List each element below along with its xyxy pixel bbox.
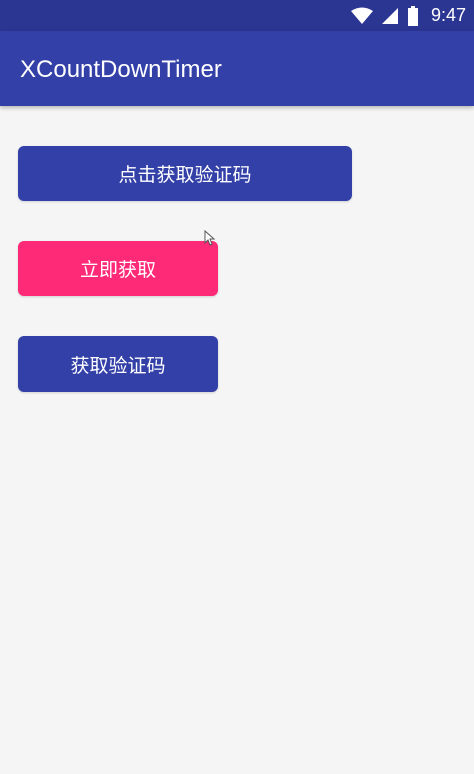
wifi-icon — [350, 7, 373, 25]
status-bar: 9:47 — [0, 0, 474, 31]
mouse-cursor-icon — [204, 230, 216, 246]
cell-signal-icon — [381, 7, 399, 25]
get-code-button[interactable]: 获取验证码 — [18, 336, 218, 392]
app-title: XCountDownTimer — [20, 56, 222, 83]
app-bar: XCountDownTimer — [0, 31, 474, 106]
click-get-code-button[interactable]: 点击获取验证码 — [18, 146, 352, 201]
status-time: 9:47 — [430, 5, 466, 25]
battery-icon — [407, 5, 419, 26]
status-icons: 9:47 — [350, 0, 466, 31]
get-now-button[interactable]: 立即获取 — [18, 241, 218, 296]
